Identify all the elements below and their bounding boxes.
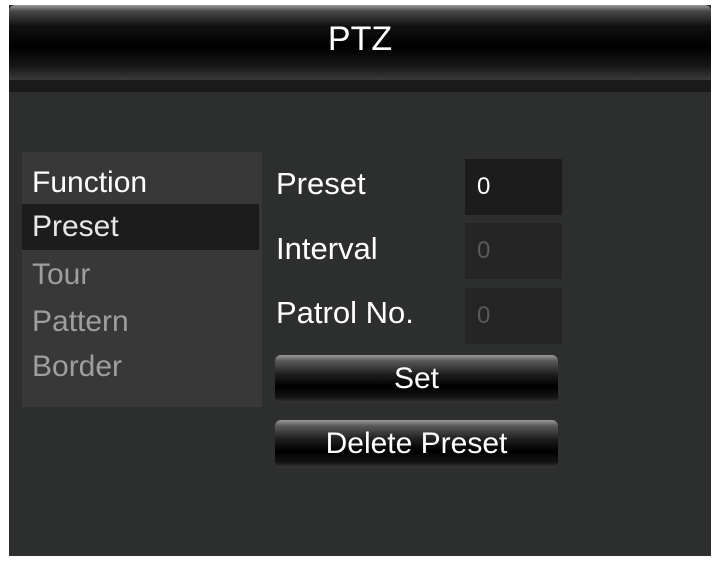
function-list: Function Preset Tour Pattern Border — [22, 152, 262, 407]
interval-label: Interval — [276, 231, 378, 266]
interval-input: 0 — [465, 223, 562, 279]
sidebar-item-border[interactable]: Border — [22, 344, 259, 390]
preset-label: Preset — [276, 166, 366, 201]
sidebar-item-tour[interactable]: Tour — [22, 252, 259, 298]
sidebar-item-pattern[interactable]: Pattern — [22, 299, 259, 345]
patrol-no-input: 0 — [465, 288, 562, 344]
sidebar-item-preset[interactable]: Preset — [22, 204, 259, 250]
delete-preset-button[interactable]: Delete Preset — [275, 420, 558, 468]
title-separator — [9, 80, 711, 92]
ptz-dialog: PTZ Function Preset Tour Pattern Border … — [9, 5, 711, 556]
preset-input[interactable]: 0 — [465, 159, 562, 215]
patrol-no-label: Patrol No. — [276, 295, 414, 330]
title-bar: PTZ — [9, 5, 711, 80]
set-button[interactable]: Set — [275, 355, 558, 403]
function-list-header: Function — [32, 166, 148, 199]
window-title: PTZ — [327, 20, 393, 58]
